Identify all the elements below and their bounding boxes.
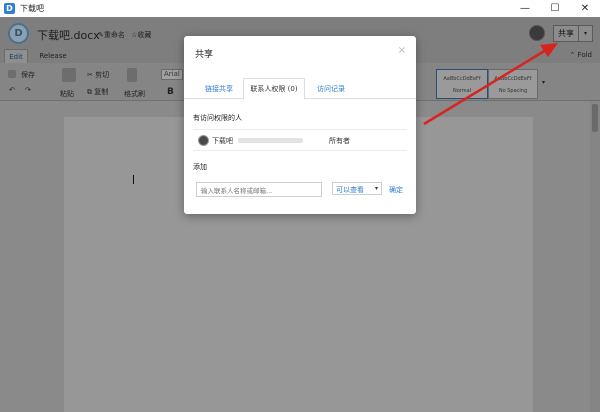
style-nospacing-preview: AaBbCcDdEeFf xyxy=(494,76,532,82)
undo-icon[interactable]: ↶ xyxy=(9,86,15,94)
cut-button[interactable]: ✂ 剪切 xyxy=(87,70,109,80)
close-window-button[interactable]: ✕ xyxy=(570,0,600,17)
save-button[interactable]: 保存 xyxy=(21,70,35,80)
document-actions: ✎重命名 ☆收藏 xyxy=(98,30,151,40)
user-avatar[interactable] xyxy=(529,25,545,41)
font-select[interactable]: Arial xyxy=(161,69,183,80)
tab-edit[interactable]: Edit xyxy=(4,49,28,63)
style-normal-label: Normal xyxy=(452,88,472,94)
share-dialog: 共享 × 链接共享 联系人权限 (0) 访问记录 有访问权限的人 下载吧 所有者… xyxy=(184,36,416,214)
style-normal-preview: AaBbCcDdEeFf xyxy=(443,76,481,82)
access-section-title: 有访问权限的人 xyxy=(193,114,242,122)
minimize-button[interactable]: — xyxy=(510,0,540,17)
paste-button[interactable]: 粘贴 xyxy=(60,89,74,99)
vertical-scrollbar[interactable] xyxy=(590,101,600,412)
style-nospacing-label: No Spacing xyxy=(498,88,528,94)
copy-button[interactable]: ⧉ 复制 xyxy=(87,87,108,97)
member-row: 下载吧 所有者 xyxy=(193,129,407,151)
format-painter-icon xyxy=(127,68,137,82)
member-avatar xyxy=(198,135,209,146)
style-no-spacing[interactable]: AaBbCcDdEeFf No Spacing xyxy=(488,69,538,99)
window-title: 下载吧 xyxy=(20,4,44,13)
confirm-button[interactable]: 确定 xyxy=(389,185,403,195)
permission-select[interactable]: 可以查看 ▾ xyxy=(332,182,382,195)
styles-more-button[interactable]: ▾ xyxy=(542,79,545,86)
dialog-tabs: 链接共享 联系人权限 (0) 访问记录 xyxy=(184,78,416,100)
dialog-title: 共享 xyxy=(195,50,214,60)
tab-release[interactable]: Release xyxy=(32,49,74,63)
tab-access-log[interactable]: 访问记录 xyxy=(307,78,355,99)
member-email-redacted xyxy=(238,138,303,143)
document-name: 下载吧.docx xyxy=(37,29,100,42)
member-name: 下载吧 xyxy=(212,137,233,145)
rename-button[interactable]: ✎重命名 xyxy=(98,31,125,39)
contact-search-input[interactable] xyxy=(196,182,322,197)
paste-icon xyxy=(62,68,76,82)
fold-button[interactable]: ⌃ Fold xyxy=(569,51,592,59)
share-dropdown-button[interactable]: ▾ xyxy=(579,25,593,42)
doc-logo-icon: D xyxy=(8,23,29,44)
share-button[interactable]: 共享 xyxy=(553,25,579,42)
member-role: 所有者 xyxy=(329,137,350,145)
tab-link-share[interactable]: 链接共享 xyxy=(193,78,245,99)
app-icon: D xyxy=(4,3,15,14)
window-controls: — ☐ ✕ xyxy=(510,0,600,17)
permission-value: 可以查看 xyxy=(336,186,364,194)
tab-contact-permissions[interactable]: 联系人权限 (0) xyxy=(243,78,305,100)
scrollbar-thumb[interactable] xyxy=(592,104,598,132)
dialog-close-icon[interactable]: × xyxy=(398,45,406,56)
add-section-title: 添加 xyxy=(193,163,207,171)
style-normal[interactable]: AaBbCcDdEeFf Normal xyxy=(436,69,488,99)
window-titlebar: D 下载吧 — ☐ ✕ xyxy=(0,0,600,17)
favorite-button[interactable]: ☆收藏 xyxy=(131,31,151,39)
redo-icon[interactable]: ↷ xyxy=(25,86,31,94)
maximize-button[interactable]: ☐ xyxy=(540,0,570,17)
cut-icon: ✂ xyxy=(87,71,96,79)
chevron-down-icon: ▾ xyxy=(374,185,378,192)
format-painter-button[interactable]: 格式刷 xyxy=(124,89,145,99)
save-icon xyxy=(8,70,16,78)
bold-button[interactable]: B xyxy=(167,87,174,97)
cut-label: 剪切 xyxy=(95,71,110,79)
text-cursor xyxy=(133,175,134,184)
copy-label: 复制 xyxy=(94,88,109,96)
